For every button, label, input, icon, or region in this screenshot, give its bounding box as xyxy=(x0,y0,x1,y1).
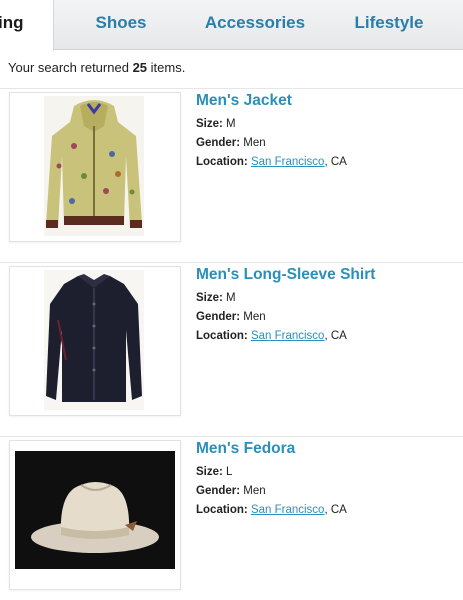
attr-label: Location: xyxy=(196,330,248,342)
attr-label: Size: xyxy=(196,466,223,478)
attr-location: Location: San Francisco, CA xyxy=(196,156,347,168)
attr-size: Size: M xyxy=(196,292,236,304)
location-link[interactable]: San Francisco xyxy=(251,504,325,516)
product-title[interactable]: Men's Fedora xyxy=(196,440,295,458)
divider xyxy=(0,262,463,263)
attr-size: Size: M xyxy=(196,118,236,130)
attr-value: Men xyxy=(243,485,266,497)
result-item[interactable]: Men's Long-Sleeve Shirt Size: M Gender: … xyxy=(0,262,463,434)
attr-value: L xyxy=(226,466,233,478)
jacket-photo xyxy=(44,96,144,236)
attr-label: Location: xyxy=(196,504,248,516)
attr-value: M xyxy=(226,118,236,130)
attr-label: Gender: xyxy=(196,485,241,497)
product-thumbnail[interactable] xyxy=(9,440,181,590)
attr-label: Size: xyxy=(196,292,223,304)
attr-gender: Gender: Men xyxy=(196,137,266,149)
attr-location: Location: San Francisco, CA xyxy=(196,330,347,342)
attr-gender: Gender: Men xyxy=(196,485,266,497)
location-link[interactable]: San Francisco xyxy=(251,330,325,342)
category-tab-bar: ing Shoes Accessories Lifestyle xyxy=(0,0,463,51)
attr-size: Size: L xyxy=(196,466,232,478)
attr-label: Location: xyxy=(196,156,248,168)
product-thumbnail[interactable] xyxy=(9,266,181,416)
divider xyxy=(0,436,463,437)
product-thumbnail[interactable] xyxy=(9,92,181,242)
fedora-photo xyxy=(15,451,175,569)
attr-value: Men xyxy=(243,137,266,149)
product-title[interactable]: Men's Long-Sleeve Shirt xyxy=(196,266,375,284)
product-title[interactable]: Men's Jacket xyxy=(196,92,292,110)
tab-lifestyle[interactable]: Lifestyle xyxy=(342,0,436,50)
location-suffix: , CA xyxy=(324,156,347,168)
result-item[interactable]: Men's Fedora Size: L Gender: Men Locatio… xyxy=(0,436,463,600)
attr-gender: Gender: Men xyxy=(196,311,266,323)
result-item[interactable]: Men's Jacket Size: M Gender: Men Locatio… xyxy=(0,88,463,260)
summary-prefix: Your search returned xyxy=(8,60,129,75)
search-summary: Your search returned 25 items. xyxy=(8,60,185,75)
summary-suffix: items. xyxy=(150,60,186,75)
tab-accessories[interactable]: Accessories xyxy=(190,0,320,50)
location-suffix: , CA xyxy=(324,504,347,516)
attr-label: Size: xyxy=(196,118,223,130)
attr-label: Gender: xyxy=(196,137,241,149)
attr-location: Location: San Francisco, CA xyxy=(196,504,347,516)
attr-value: Men xyxy=(243,311,266,323)
tab-shoes[interactable]: Shoes xyxy=(82,0,160,50)
location-link[interactable]: San Francisco xyxy=(251,156,325,168)
attr-value: M xyxy=(226,292,236,304)
attr-label: Gender: xyxy=(196,311,241,323)
tab-clothing[interactable]: ing xyxy=(0,0,54,51)
divider xyxy=(0,88,463,89)
result-count: 25 xyxy=(132,60,148,75)
shirt-photo xyxy=(44,270,144,410)
location-suffix: , CA xyxy=(324,330,347,342)
